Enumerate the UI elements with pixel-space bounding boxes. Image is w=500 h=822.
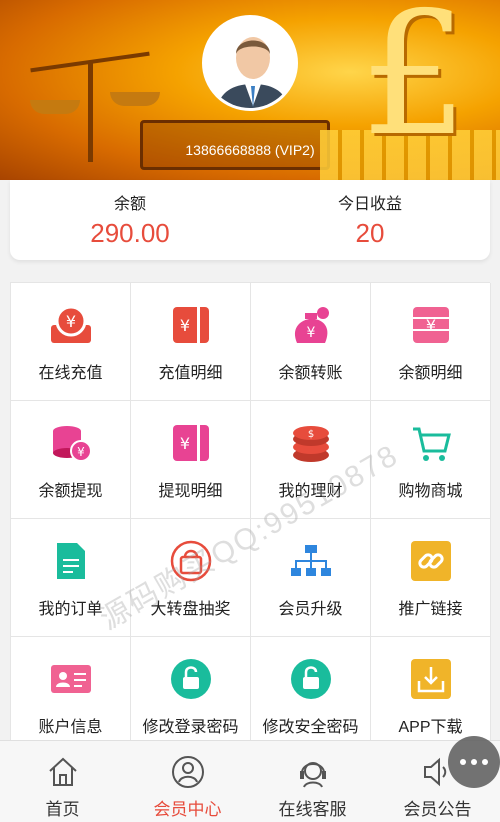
menu-item-balance-detail[interactable]: ¥ 余额明细 (371, 283, 491, 401)
member-id-text: 13866668888 (VIP2) (185, 142, 315, 158)
menu-item-label: 提现明细 (158, 483, 223, 500)
money-bag-transfer-icon: ¥ (289, 303, 333, 347)
shopping-cart-icon (409, 421, 453, 465)
more-dot-icon (471, 759, 477, 765)
menu-item-change-login-password[interactable]: 修改登录密码 (131, 637, 251, 755)
menu-item-balance-transfer[interactable]: ¥ 余额转账 (251, 283, 371, 401)
today-earnings-value: 20 (355, 218, 385, 248)
user-avatar-icon (205, 18, 295, 108)
document-icon (49, 539, 93, 583)
tab-label: 在线客服 (278, 800, 347, 819)
menu-item-shopping-mall[interactable]: 购物商城 (371, 401, 491, 519)
balance-value: 290.00 (90, 218, 170, 248)
menu-item-label: 在线充值 (38, 365, 103, 382)
menu-item-label: 充值明细 (158, 365, 223, 382)
menu-item-lucky-wheel[interactable]: 大转盘抽奖 (131, 519, 251, 637)
more-dot-icon (482, 759, 488, 765)
menu-item-withdraw-detail[interactable]: ¥ 提现明细 (131, 401, 251, 519)
bottom-tabbar: 首页 会员中心 在线客服 会员公告 (0, 740, 500, 822)
lock-icon (169, 657, 213, 701)
menu-item-my-orders[interactable]: 我的订单 (11, 519, 131, 637)
banner-scale-pan-decoration (30, 100, 80, 114)
menu-item-label: 推广链接 (398, 601, 463, 618)
tab-member-center[interactable]: 会员中心 (125, 741, 250, 822)
menu-item-label: 修改安全密码 (262, 719, 359, 736)
menu-item-change-security-password[interactable]: 修改安全密码 (251, 637, 371, 755)
recharge-detail-icon: ¥ (169, 303, 213, 347)
link-icon (409, 539, 453, 583)
menu-item-label: APP下载 (398, 719, 463, 736)
withdraw-detail-icon: ¥ (169, 421, 213, 465)
tab-label: 首页 (45, 800, 80, 819)
menu-item-recharge-detail[interactable]: ¥ 充值明细 (131, 283, 251, 401)
svg-text:¥: ¥ (425, 316, 435, 335)
more-options-button[interactable] (448, 736, 500, 788)
balance-section[interactable]: 余额 290.00 (10, 190, 250, 249)
more-dot-icon (460, 759, 466, 765)
menu-item-label: 账户信息 (38, 719, 103, 736)
svg-text:¥: ¥ (306, 325, 315, 341)
lock-icon (289, 657, 333, 701)
svg-text:¥: ¥ (77, 445, 85, 459)
finance-coins-icon: $ (289, 421, 333, 465)
download-tray-icon (409, 657, 453, 701)
tab-label: 会员中心 (153, 800, 222, 819)
tab-home[interactable]: 首页 (0, 741, 125, 822)
user-avatar[interactable] (202, 15, 298, 111)
org-chart-icon (289, 539, 333, 583)
banner-scale-pan-decoration (110, 92, 160, 106)
svg-text:¥: ¥ (65, 312, 75, 331)
today-earnings-label: 今日收益 (337, 196, 402, 213)
menu-item-label: 购物商城 (398, 483, 463, 500)
user-icon (171, 756, 204, 788)
balance-card: 余额 290.00 今日收益 20 (10, 180, 490, 260)
menu-item-label: 余额提现 (38, 483, 103, 500)
menu-item-promo-link[interactable]: 推广链接 (371, 519, 491, 637)
id-card-icon (49, 657, 93, 701)
svg-text:$: $ (307, 429, 313, 440)
home-icon (48, 757, 77, 786)
menu-item-label: 我的订单 (38, 601, 103, 618)
tab-label: 会员公告 (403, 800, 472, 819)
menu-item-label: 余额转账 (278, 365, 343, 382)
coin-stack-withdraw-icon: ¥ (49, 421, 93, 465)
menu-item-my-finance[interactable]: $ 我的理财 (251, 401, 371, 519)
menu-item-account-info[interactable]: 账户信息 (11, 637, 131, 755)
balance-label: 余额 (113, 196, 146, 213)
svg-text:¥: ¥ (179, 316, 189, 335)
menu-item-member-upgrade[interactable]: 会员升级 (251, 519, 371, 637)
shopping-bag-icon (169, 539, 213, 583)
headset-icon (299, 762, 326, 788)
menu-item-label: 修改登录密码 (142, 719, 239, 736)
menu-item-label: 我的理财 (278, 483, 343, 500)
header-banner: £ 13866668888 (VIP2) (0, 0, 500, 180)
today-earnings-section[interactable]: 今日收益 20 (250, 190, 490, 249)
tab-online-service[interactable]: 在线客服 (250, 741, 375, 822)
menu-item-label: 大转盘抽奖 (150, 601, 231, 618)
feature-grid: ¥ 在线充值 ¥ 充值明细 ¥ 余额转账 ¥ 余额明细 ¥ 余额提现 ¥ 提现明… (10, 282, 491, 755)
banner-pound-decoration: £ (360, 0, 469, 174)
menu-item-label: 余额明细 (398, 365, 463, 382)
menu-item-online-recharge[interactable]: ¥ 在线充值 (11, 283, 131, 401)
menu-item-balance-withdraw[interactable]: ¥ 余额提现 (11, 401, 131, 519)
menu-item-label: 会员升级 (278, 601, 343, 618)
recharge-icon: ¥ (49, 303, 93, 347)
balance-detail-icon: ¥ (409, 303, 453, 347)
svg-text:¥: ¥ (179, 434, 189, 453)
